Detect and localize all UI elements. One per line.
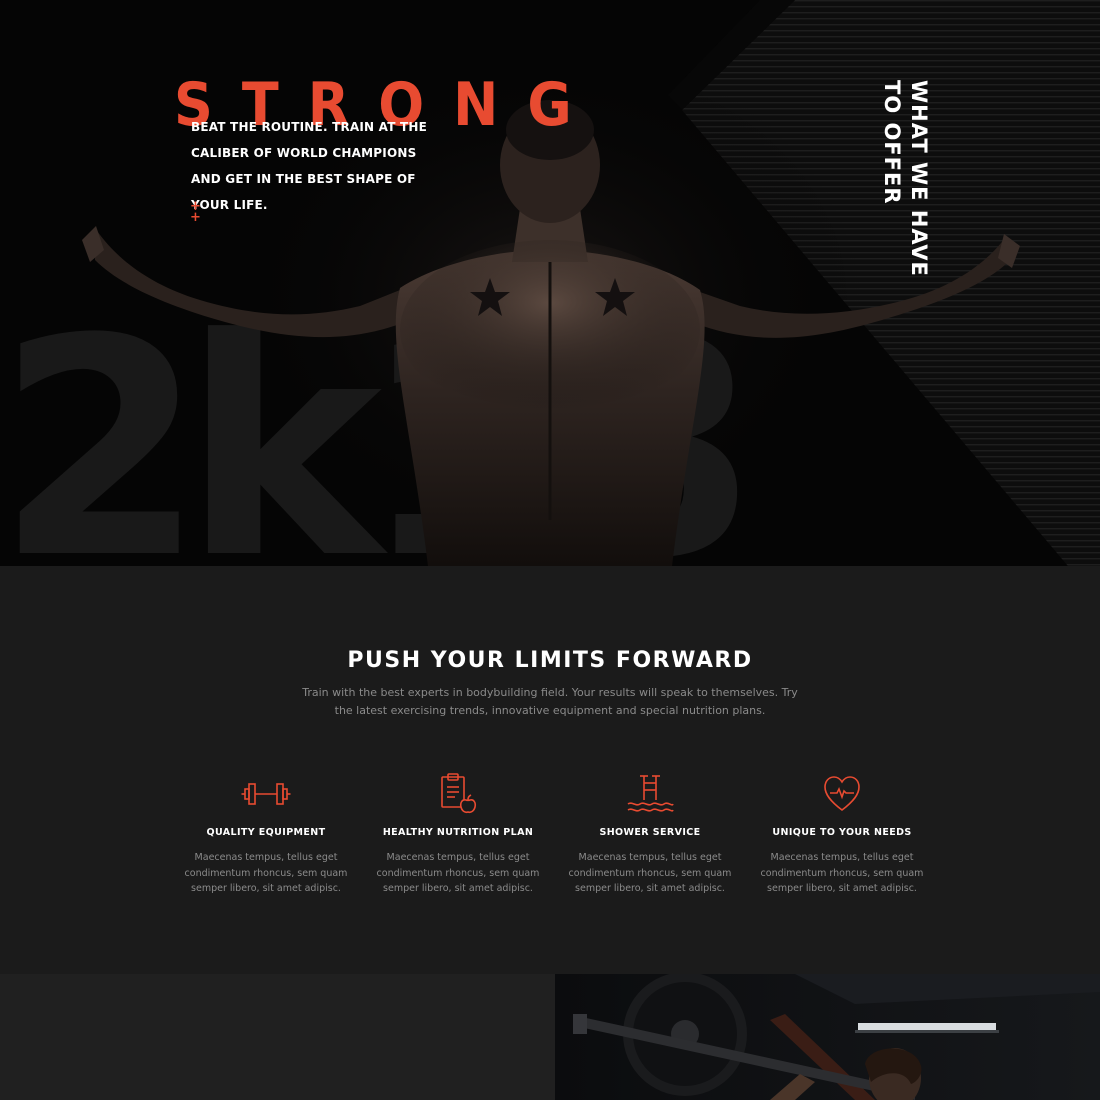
feature-shower-service[interactable]: SHOWER SERVICE Maecenas tempus, tellus e… [555, 772, 745, 897]
next-section [0, 974, 1100, 1100]
clipboard-apple-icon [441, 773, 477, 814]
section-subtitle: Train with the best experts in bodybuild… [302, 686, 798, 717]
section-title: PUSH YOUR LIMITS FORWARD [347, 648, 753, 673]
feature-title: HEALTHY NUTRITION PLAN [382, 827, 534, 838]
hero-section: 2k18 STRONG BEAT THE ROUTINE. TRAIN AT T… [0, 0, 1100, 566]
feature-text: Maecenas tempus, tellus eget condimentum… [568, 852, 732, 894]
feature-unique-to-your-needs[interactable]: UNIQUE TO YOUR NEEDS Maecenas tempus, te… [747, 772, 937, 897]
plus-decoration: + + [190, 200, 201, 225]
gym-woman-barbell-image [555, 974, 1100, 1100]
feature-title: QUALITY EQUIPMENT [206, 827, 326, 838]
feature-title: SHOWER SERVICE [599, 827, 701, 838]
gym-photo-graphic [555, 974, 1100, 1100]
features-section: PUSH YOUR LIMITS FORWARD Train with the … [0, 566, 1100, 974]
dumbbell-icon [241, 783, 291, 805]
pool-ladder-icon [627, 775, 674, 812]
what-we-offer-title[interactable]: WHAT WE HAVE TO OFFER [878, 80, 932, 277]
feature-text: Maecenas tempus, tellus eget condimentum… [376, 852, 540, 894]
vertical-title-line2: TO OFFER [880, 80, 904, 205]
feature-healthy-nutrition-plan[interactable]: HEALTHY NUTRITION PLAN Maecenas tempus, … [363, 772, 553, 897]
plus-icon: + [190, 210, 201, 225]
feature-title: UNIQUE TO YOUR NEEDS [772, 827, 912, 838]
vertical-title-line1: WHAT WE HAVE [907, 80, 931, 277]
feature-text: Maecenas tempus, tellus eget condimentum… [184, 852, 348, 894]
feature-text: Maecenas tempus, tellus eget condimentum… [760, 852, 924, 894]
heart-pulse-icon [824, 776, 860, 812]
feature-quality-equipment[interactable]: QUALITY EQUIPMENT Maecenas tempus, tellu… [171, 772, 361, 897]
hero-tagline: BEAT THE ROUTINE. TRAIN AT THE CALIBER O… [191, 120, 428, 212]
